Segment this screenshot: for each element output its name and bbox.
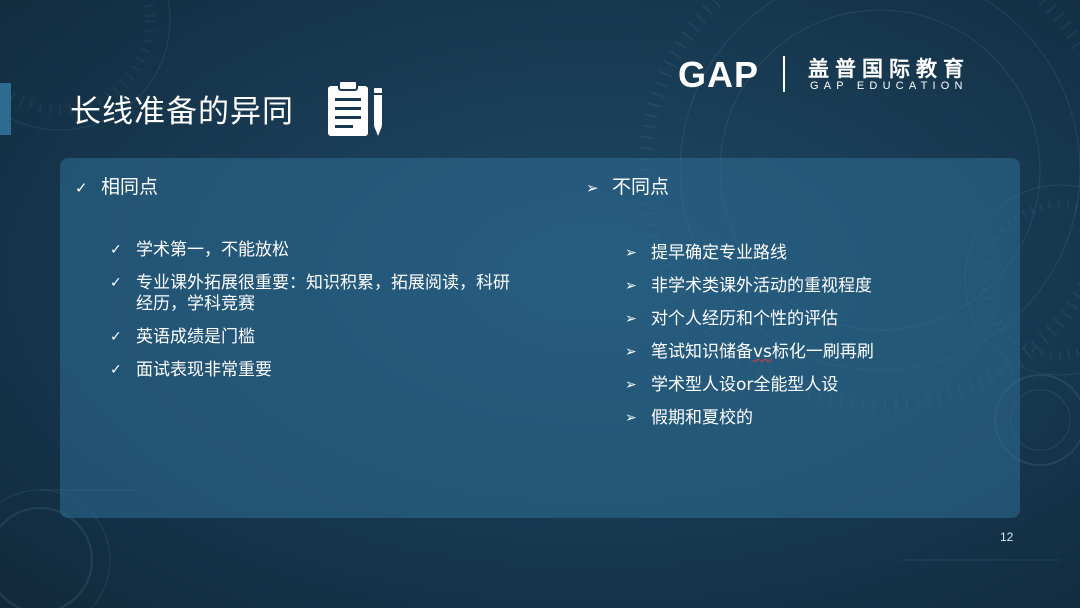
arrowhead-bullet-icon: ➢ <box>625 377 637 393</box>
spellcheck-underline: vs <box>753 342 772 362</box>
list-item: ➢ 学术型人设or全能型人设 <box>625 375 839 395</box>
checkmark-icon: ✓ <box>110 362 122 378</box>
slide-title: 长线准备的异同 <box>70 94 294 130</box>
different-points-heading: ➢ 不同点 <box>586 172 669 199</box>
different-points-label: 不同点 <box>612 176 670 198</box>
arrowhead-bullet-icon: ➢ <box>586 179 599 197</box>
list-item-text: 笔试知识储备vs标化一刷再刷 <box>651 342 874 362</box>
list-item: ➢ 对个人经历和个性的评估 <box>625 309 838 329</box>
same-points-heading: ✓ 相同点 <box>75 172 158 199</box>
title-accent-bar <box>0 83 11 135</box>
list-item: ✓ 学术第一，不能放松 <box>110 240 289 260</box>
logo-english-name: GAP EDUCATION <box>810 80 968 92</box>
checkmark-icon: ✓ <box>110 329 122 345</box>
same-points-list: ✓ 学术第一，不能放松 ✓ 专业课外拓展很重要：知识积累，拓展阅读，科研经历，学科竞… <box>110 240 510 393</box>
list-item: ✓ 面试表现非常重要 <box>110 360 272 380</box>
clipboard-pencil-icon <box>328 80 382 136</box>
list-item: ➢ 提早确定专业路线 <box>625 243 787 263</box>
checkmark-icon: ✓ <box>110 275 122 291</box>
arrowhead-bullet-icon: ➢ <box>625 278 637 294</box>
list-item: ➢ 假期和夏校的 <box>625 408 753 428</box>
logo-brand-text: GAP <box>678 54 760 95</box>
page-number: 12 <box>1000 530 1014 544</box>
arrowhead-bullet-icon: ➢ <box>625 344 637 360</box>
different-points-list: ➢ 提早确定专业路线 ➢ 非学术类课外活动的重视程度 ➢ 对个人经历和个性的评估 ➢ 笔… <box>625 243 955 441</box>
arrowhead-bullet-icon: ➢ <box>625 245 637 261</box>
checkmark-icon: ✓ <box>75 179 88 197</box>
list-item: ➢ 笔试知识储备vs标化一刷再刷 <box>625 342 955 363</box>
list-item: ✓ 专业课外拓展很重要：知识积累，拓展阅读，科研经历，学科竞赛 <box>110 273 510 314</box>
gap-education-logo: GAP 盖普国际教育 GAP EDUCATION <box>678 52 988 96</box>
checkmark-icon: ✓ <box>110 242 122 258</box>
logo-divider <box>783 56 785 92</box>
arrowhead-bullet-icon: ➢ <box>625 311 637 327</box>
logo-chinese-name: 盖普国际教育 <box>808 57 970 81</box>
list-item: ✓ 英语成绩是门槛 <box>110 327 255 347</box>
same-points-label: 相同点 <box>101 176 159 198</box>
list-item: ➢ 非学术类课外活动的重视程度 <box>625 276 872 296</box>
arrowhead-bullet-icon: ➢ <box>625 410 637 426</box>
